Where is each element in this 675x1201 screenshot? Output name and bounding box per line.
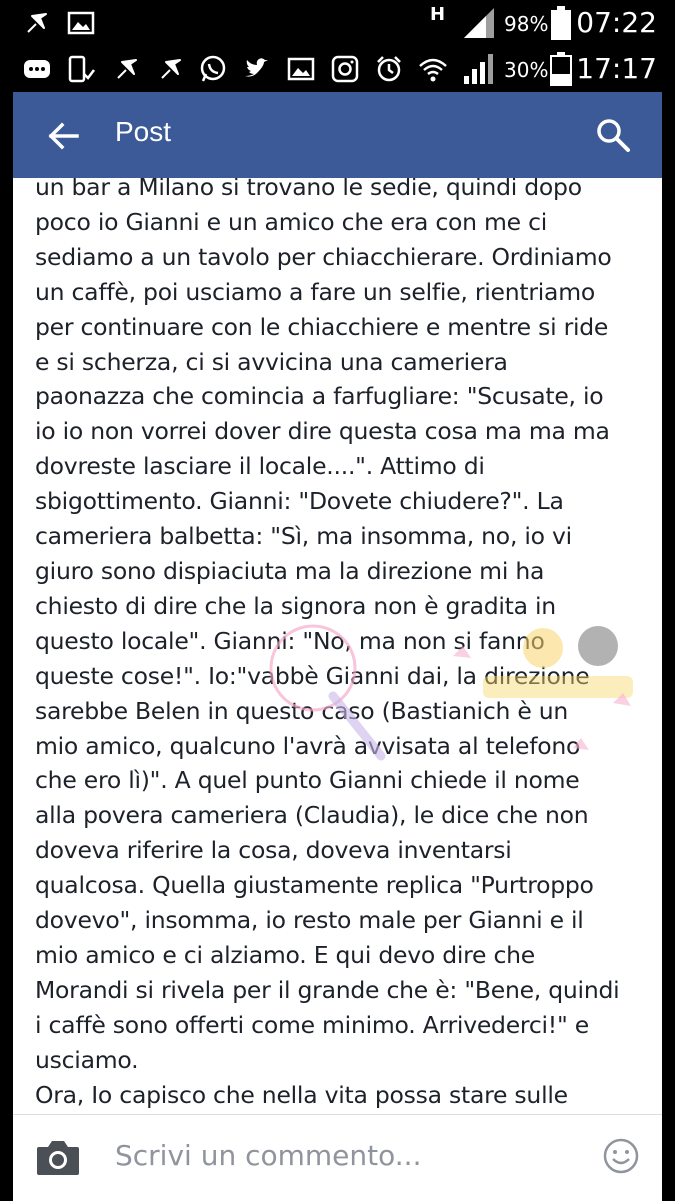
instagram-icon	[330, 54, 360, 84]
post-line: Morandi si rivela per il grande che è: "…	[35, 975, 620, 1004]
messenger-icon	[22, 54, 52, 84]
post-line: doveva riferire la cosa, doveva inventar…	[35, 836, 512, 865]
post-line: io io non vorrei dover dire questa cosa …	[35, 417, 610, 446]
notification-pin-icon	[156, 54, 186, 84]
gallery-icon	[66, 8, 96, 38]
twitter-icon	[242, 54, 272, 84]
post-line: un caffè, poi usciamo a fare un selfie, …	[35, 277, 595, 306]
post-content[interactable]: un bar a Milano si trovano le sedie, qui…	[13, 178, 662, 1114]
notification-pin-icon	[22, 8, 52, 38]
post-line: sarebbe Belen in questo caso (Bastianich…	[35, 696, 569, 725]
post-line: i caffè sono offerti come minimo. Arrive…	[35, 1010, 589, 1039]
post-line: alla povera cameriera (Claudia), le dice…	[35, 801, 589, 830]
post-line: dovreste lasciare il locale....". Attimo…	[35, 452, 485, 481]
post-line: e si scherza, ci si avvicina una camerie…	[35, 347, 508, 376]
post-line: questo locale". Gianni: "No, ma non si f…	[35, 626, 545, 655]
search-icon[interactable]	[596, 118, 630, 152]
post-line: Ora, Io capisco che nella vita possa sta…	[35, 1080, 568, 1109]
post-line: qualcosa. Quella giustamente replica "Pu…	[35, 871, 594, 900]
network-type: H	[430, 4, 446, 25]
gallery-icon	[286, 54, 316, 84]
status-bar: H 98% 07:22 30% 17:17	[0, 0, 675, 92]
battery-icon	[550, 52, 572, 86]
emoji-icon[interactable]	[602, 1137, 640, 1175]
alarm-icon	[374, 54, 404, 84]
signal-icon	[462, 52, 496, 86]
clock: 17:17	[576, 52, 657, 85]
post-line: cameriera balbetta: "Sì, ma insomma, no,…	[35, 522, 572, 551]
post-body-text: un bar a Milano si trovano le sedie, qui…	[35, 178, 655, 1112]
post-line: mio amico e ci alziamo. E qui devo dire …	[35, 940, 535, 969]
post-line: sbigottimento. Gianni: "Dovete chiudere?…	[35, 487, 564, 516]
app-bar: Post	[13, 92, 662, 178]
phone-check-icon	[66, 54, 96, 84]
signal-icon	[462, 6, 496, 40]
post-line: queste cose!". Io:"vabbè Gianni dai, la …	[35, 661, 590, 690]
status-row-bottom: 30% 17:17	[0, 46, 675, 92]
camera-icon[interactable]	[35, 1137, 81, 1177]
clock: 07:22	[576, 6, 657, 39]
post-line: che ero lì)". A quel punto Gianni chiede…	[35, 766, 580, 795]
whatsapp-icon	[198, 54, 228, 84]
wifi-icon	[418, 54, 448, 84]
post-line: mio amico, qualcuno l'avrà avvisata al t…	[35, 731, 581, 760]
page-title: Post	[115, 116, 172, 147]
battery-percent: 98%	[504, 12, 549, 36]
battery-percent: 30%	[504, 58, 549, 82]
post-line: sediamo a un tavolo per chiacchierare. O…	[35, 242, 612, 271]
post-line: poco io Gianni e un amico che era con me…	[35, 207, 548, 236]
post-line: chiesto di dire che la signora non è gra…	[35, 591, 556, 620]
comment-input[interactable]: Scrivi un commento...	[115, 1139, 421, 1172]
post-line: per continuare con le chiacchiere e ment…	[35, 312, 609, 341]
comment-composer: Scrivi un commento...	[13, 1114, 662, 1201]
back-arrow-icon[interactable]	[47, 120, 79, 152]
post-line: paonazza che comincia a farfugliare: "Sc…	[35, 382, 604, 411]
battery-icon	[550, 6, 572, 40]
post-line: giuro sono dispiaciuta ma la direzione m…	[35, 556, 545, 585]
status-row-top: H 98% 07:22	[0, 0, 675, 46]
post-line: usciamo.	[35, 1045, 139, 1074]
post-line: dovevo", insomma, io resto male per Gian…	[35, 906, 584, 935]
post-line: un bar a Milano si trovano le sedie, qui…	[35, 178, 582, 201]
notification-pin-icon	[112, 54, 142, 84]
